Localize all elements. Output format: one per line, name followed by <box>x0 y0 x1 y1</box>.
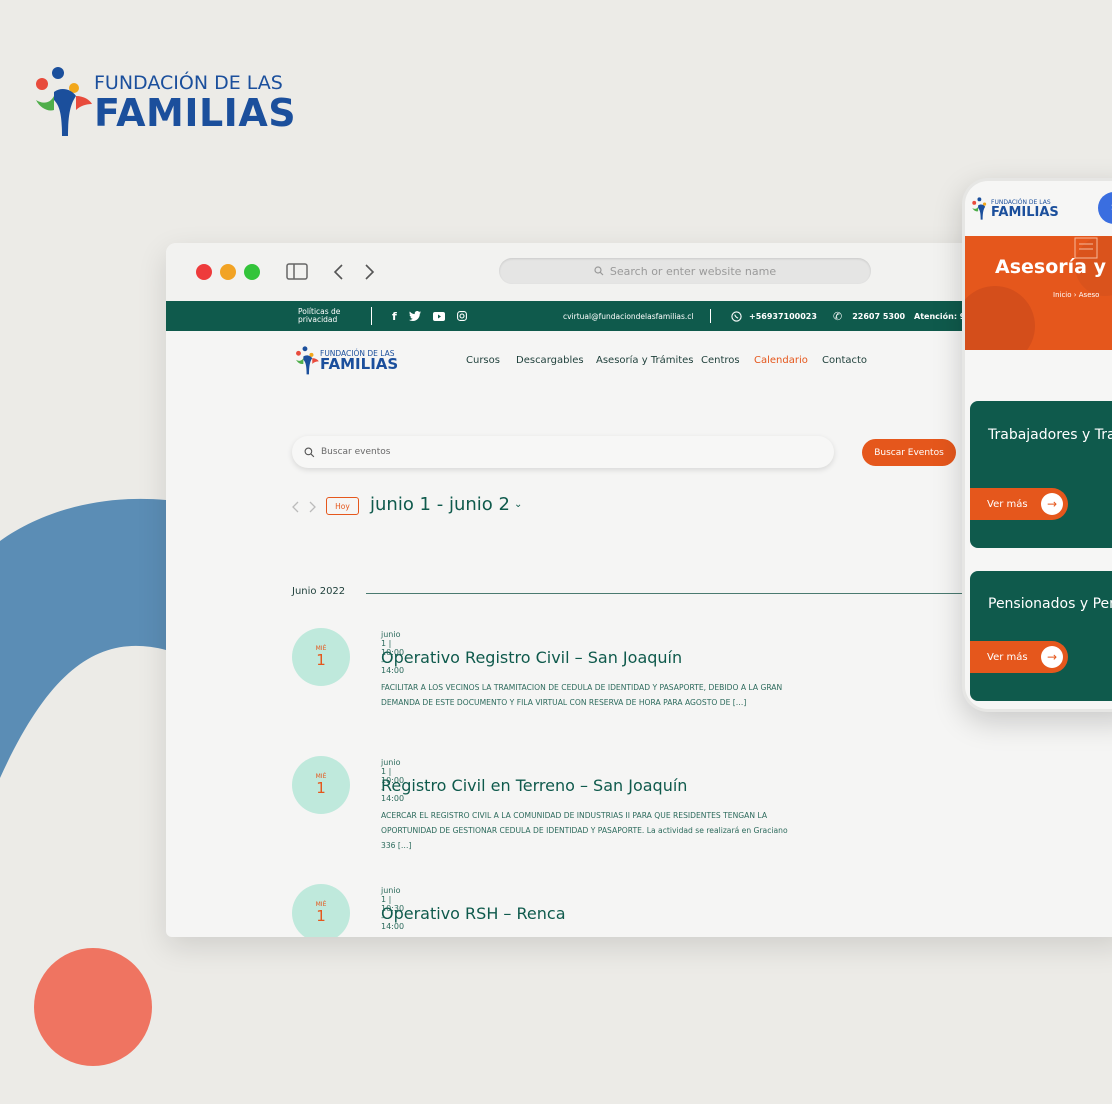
see-more-label: Ver más <box>987 498 1028 510</box>
facebook-icon[interactable]: f <box>392 310 397 323</box>
hero-banner: Asesoría y Tr Inicio › Aseso <box>965 236 1112 350</box>
date-range-text: junio 1 - junio 2 <box>370 494 510 515</box>
nav-descargables[interactable]: Descargables <box>516 355 584 366</box>
whatsapp-number[interactable]: +56937100023 <box>749 312 817 321</box>
nav-asesoria-tramites[interactable]: Asesoría y Trámites <box>596 355 694 366</box>
minimize-window-button[interactable] <box>220 264 236 280</box>
phone-mockup: FUNDACIÓN DE LAS FAMILIAS S Asesoría y T… <box>962 178 1112 712</box>
service-card: Trabajadores y Trabajadoras Ver más → <box>970 401 1112 548</box>
search-icon <box>594 266 604 276</box>
see-more-button[interactable]: Ver más → <box>970 488 1068 520</box>
family-logo-icon <box>296 346 319 375</box>
back-arrow-icon[interactable] <box>332 263 344 281</box>
sidebar-toggle-icon[interactable] <box>286 263 308 280</box>
search-placeholder: Buscar eventos <box>321 447 391 457</box>
card-title: Trabajadores y Trabajadoras <box>988 427 1112 443</box>
event-title-link[interactable]: Operativo RSH – Renca <box>381 904 566 923</box>
twitter-icon[interactable] <box>408 311 421 321</box>
divider <box>371 307 372 325</box>
header-action-button[interactable]: S <box>1098 192 1112 224</box>
card-title: Pensionados y Pen <box>988 596 1112 612</box>
nav-cursos[interactable]: Cursos <box>466 355 500 366</box>
breadcrumb: Inicio › Aseso <box>1053 291 1100 299</box>
event-date-badge: MIÉ 1 <box>292 884 350 937</box>
whatsapp-icon <box>731 310 742 322</box>
address-placeholder: Search or enter website name <box>609 264 777 278</box>
site-logo[interactable]: FUNDACIÓN DE LAS FAMILIAS <box>971 197 1059 221</box>
event-title-link[interactable]: Operativo Registro Civil – San Joaquín <box>381 648 682 667</box>
event-description: FACILITAR A LOS VECINOS LA TRAMITACION D… <box>381 683 783 707</box>
divider <box>710 309 711 323</box>
brand-line-2: FAMILIAS <box>94 91 297 135</box>
search-icon <box>304 447 315 457</box>
nav-calendario[interactable]: Calendario <box>754 355 808 366</box>
hours-text: Atención: 9. <box>914 311 969 321</box>
event-description: ACERCAR EL REGISTRO CIVIL A LA COMUNIDAD… <box>381 811 788 850</box>
youtube-icon[interactable] <box>432 311 445 321</box>
month-label: Junio 2022 <box>292 586 346 597</box>
date-range-selector[interactable]: junio 1 - junio 2 ⌄ <box>370 494 522 515</box>
prev-arrow-icon[interactable] <box>291 500 301 514</box>
brand-logo: FUNDACIÓN DE LAS FAMILIAS <box>32 66 296 140</box>
event-search-input[interactable]: Buscar eventos <box>292 436 834 468</box>
coral-decorative-circle <box>34 948 152 1066</box>
address-bar[interactable]: Search or enter website name <box>499 258 871 284</box>
event-title-link[interactable]: Registro Civil en Terreno – San Joaquín <box>381 776 687 795</box>
service-card: Pensionados y Pen Ver más → <box>970 571 1112 701</box>
family-logo-icon <box>972 197 987 220</box>
see-more-label: Ver más <box>987 651 1028 663</box>
privacy-policy-link[interactable]: Políticas de privacidad <box>298 301 348 331</box>
brand-line-2: FAMILIAS <box>320 355 399 374</box>
site-logo[interactable]: FUNDACIÓN DE LAS FAMILIAS <box>294 346 398 376</box>
instagram-icon[interactable] <box>456 311 467 321</box>
close-window-button[interactable] <box>196 264 212 280</box>
event-date-badge: MIÉ 1 <box>292 628 350 686</box>
family-logo-icon <box>36 67 92 136</box>
maximize-window-button[interactable] <box>244 264 260 280</box>
chevron-down-icon: ⌄ <box>513 499 523 510</box>
search-events-button[interactable]: Buscar Eventos <box>862 439 956 466</box>
phone-icon: ✆ <box>833 309 843 323</box>
arrow-right-icon: → <box>1041 646 1063 668</box>
hero-title: Asesoría y Tr <box>995 256 1112 278</box>
today-button[interactable]: Hoy <box>326 497 359 515</box>
event-day: 1 <box>316 651 326 670</box>
phone-number[interactable]: 22607 5300 <box>852 312 905 321</box>
see-more-button[interactable]: Ver más → <box>970 641 1068 673</box>
next-arrow-icon[interactable] <box>307 500 317 514</box>
arrow-right-icon: → <box>1041 493 1063 515</box>
nav-contacto[interactable]: Contacto <box>822 355 867 366</box>
forward-arrow-icon[interactable] <box>364 263 376 281</box>
event-date-badge: MIÉ 1 <box>292 756 350 814</box>
email-link[interactable]: cvirtual@fundaciondelasfamilias.cl <box>563 301 694 331</box>
brand-line-2: FAMILIAS <box>991 204 1059 220</box>
nav-centros[interactable]: Centros <box>701 355 740 366</box>
event-day: 1 <box>316 907 326 926</box>
event-day: 1 <box>316 779 326 798</box>
